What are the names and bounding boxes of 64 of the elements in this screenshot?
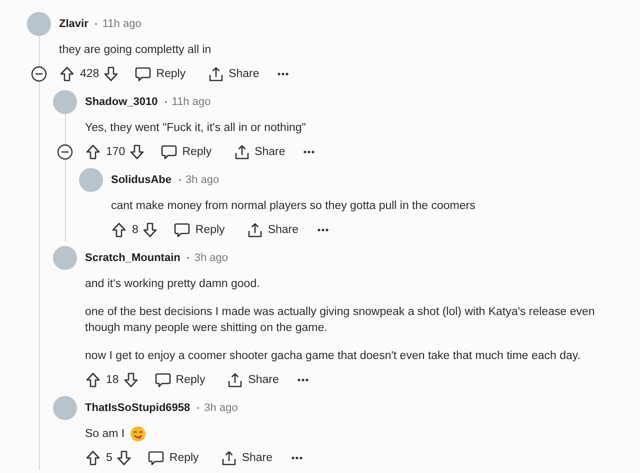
comment-text: they are going completty all in	[59, 43, 212, 58]
timestamp: 11h ago	[102, 18, 142, 30]
comment-text: and it's working pretty damn good.	[85, 277, 261, 292]
reply-button[interactable]: Reply	[168, 218, 231, 242]
share-icon	[246, 222, 263, 238]
comment-icon	[174, 222, 190, 238]
reply-button[interactable]: Reply	[142, 446, 205, 470]
downvote-icon[interactable]	[103, 66, 120, 82]
share-button[interactable]: Share	[240, 218, 304, 242]
timestamp: 11h ago	[172, 96, 211, 108]
username[interactable]: Shadow_3010	[85, 96, 158, 108]
share-icon	[227, 372, 244, 388]
separator-dot	[164, 101, 167, 103]
collapse-icon[interactable]	[57, 144, 73, 160]
comment-icon	[161, 144, 178, 160]
comment-text: So am I	[85, 427, 125, 442]
vote-count: 428	[80, 68, 100, 80]
vote-count: 5	[106, 452, 112, 464]
share-button[interactable]: Share	[214, 446, 278, 470]
more-icon	[290, 456, 302, 460]
vote-count: 18	[106, 374, 119, 386]
comment-text: now I get to enjoy a coomer shooter gacha game that doesn't even take that much time each day.	[85, 349, 582, 364]
comment-icon	[135, 66, 152, 82]
reply-button[interactable]: Reply	[155, 140, 218, 164]
more-icon	[296, 378, 309, 382]
comment-icon	[148, 450, 164, 466]
upvote-icon[interactable]	[85, 372, 101, 388]
username[interactable]: Scratch_Mountain	[85, 252, 180, 264]
comment-text: one of the best decisions I made was actually giving snowpeak a shot (lol) with Katya's release even though many people were shitting on the game.	[85, 305, 596, 336]
upvote-icon[interactable]	[85, 144, 101, 160]
upvote-icon[interactable]	[85, 450, 101, 466]
more-icon	[316, 228, 328, 232]
share-button[interactable]: Share	[228, 140, 292, 164]
separator-dot	[178, 179, 181, 181]
comment-text: Yes, they went "Fuck it, it's all in or nothing"	[85, 121, 307, 136]
vote-count: 8	[132, 224, 138, 236]
username[interactable]: SolidusAbe	[111, 174, 172, 186]
downvote-icon[interactable]	[142, 222, 158, 238]
separator-dot	[197, 407, 200, 409]
share-icon	[208, 66, 224, 82]
upvote-icon[interactable]	[59, 66, 75, 82]
timestamp: 3h ago	[194, 252, 228, 264]
timestamp: 3h ago	[186, 174, 220, 186]
separator-dot	[95, 23, 98, 25]
username[interactable]: Zlavir	[59, 18, 88, 30]
collapse-icon[interactable]	[31, 66, 47, 82]
reply-button[interactable]: Reply	[148, 368, 212, 392]
downvote-icon[interactable]	[122, 372, 139, 388]
timestamp: 3h ago	[204, 402, 238, 414]
comment-icon	[154, 372, 171, 388]
upvote-icon[interactable]	[111, 222, 127, 238]
more-icon	[277, 72, 290, 76]
share-icon	[234, 144, 250, 160]
share-button[interactable]: Share	[202, 62, 266, 86]
comment-text: cant make money from normal players so they gotta pull in the coomers	[111, 199, 476, 214]
share-button[interactable]: Share	[221, 368, 285, 392]
downvote-icon[interactable]	[116, 450, 132, 466]
more-icon	[303, 150, 316, 154]
separator-dot	[187, 257, 190, 259]
downvote-icon[interactable]	[129, 144, 146, 160]
reply-button[interactable]: Reply	[129, 62, 192, 86]
vote-count: 170	[106, 146, 126, 158]
share-icon	[220, 450, 237, 466]
username[interactable]: ThatIsSoStupid6958	[85, 402, 190, 414]
